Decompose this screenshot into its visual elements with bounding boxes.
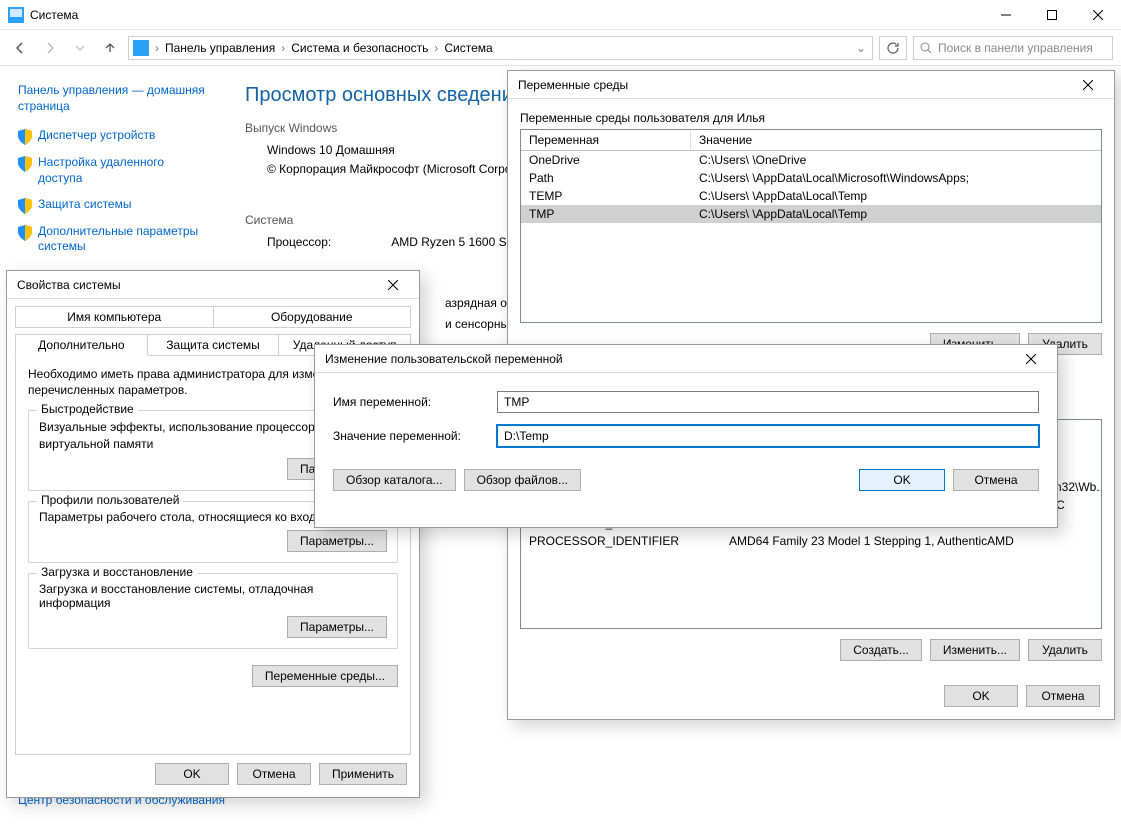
user-vars-table[interactable]: Переменная Значение OneDriveC:\Users\ \O… [520, 129, 1102, 323]
browse-file-button[interactable]: Обзор файлов... [464, 469, 581, 491]
minimize-button[interactable] [983, 0, 1029, 30]
system-icon [8, 7, 24, 23]
ok-button[interactable]: OK [859, 469, 945, 491]
sys-edit-button[interactable]: Изменить... [930, 639, 1020, 661]
search-placeholder: Поиск в панели управления [938, 41, 1093, 55]
user-vars-label: Переменные среды пользователя для Илья [520, 111, 1102, 125]
sidebar-item-remote[interactable]: Настройка удаленного доступа [18, 155, 205, 186]
table-row[interactable]: PROCESSOR_IDENTIFIERAMD64 Family 23 Mode… [521, 532, 1101, 550]
titlebar: Система [0, 0, 1121, 30]
tab-hardware[interactable]: Оборудование [213, 306, 412, 328]
close-button[interactable] [1075, 0, 1121, 30]
env-vars-button[interactable]: Переменные среды... [252, 665, 398, 687]
chevron-right-icon: › [279, 41, 287, 55]
ok-button[interactable]: OK [944, 685, 1018, 707]
maximize-button[interactable] [1029, 0, 1075, 30]
chevron-right-icon: › [432, 41, 440, 55]
sys-new-button[interactable]: Создать... [840, 639, 922, 661]
apply-button[interactable]: Применить [319, 763, 407, 785]
table-row[interactable]: OneDriveC:\Users\ \OneDrive [521, 151, 1101, 169]
chevron-right-icon: › [153, 41, 161, 55]
shield-icon [18, 156, 32, 172]
shield-icon [18, 225, 32, 241]
window-title: Система [30, 8, 78, 22]
recent-locations-button[interactable] [68, 36, 92, 60]
refresh-button[interactable] [879, 36, 907, 60]
profiles-settings-button[interactable]: Параметры... [287, 530, 387, 552]
sys-delete-button[interactable]: Удалить [1028, 639, 1102, 661]
cancel-button[interactable]: Отмена [953, 469, 1039, 491]
shield-icon [18, 198, 32, 214]
cpu-label: Процессор: [267, 233, 331, 252]
cpu-value: AMD Ryzen 5 1600 S [391, 233, 506, 252]
search-icon [920, 42, 932, 54]
close-button[interactable] [1070, 74, 1106, 96]
browse-dir-button[interactable]: Обзор каталога... [333, 469, 456, 491]
var-name-label: Имя переменной: [333, 395, 487, 409]
tab-advanced[interactable]: Дополнительно [15, 334, 148, 356]
dialog-titlebar: Изменение пользовательской переменной [315, 345, 1057, 373]
dialog-titlebar: Свойства системы [7, 271, 419, 299]
search-input[interactable]: Поиск в панели управления [913, 36, 1113, 60]
startup-group: Загрузка и восстановление Загрузка и вос… [28, 573, 398, 649]
chevron-down-icon[interactable]: ⌄ [854, 41, 868, 55]
tab-computer-name[interactable]: Имя компьютера [15, 306, 214, 328]
back-button[interactable] [8, 36, 32, 60]
breadcrumb[interactable]: › Панель управления › Система и безопасн… [128, 36, 873, 60]
table-row[interactable]: TMPC:\Users\ \AppData\Local\Temp [521, 205, 1101, 223]
forward-button[interactable] [38, 36, 62, 60]
up-button[interactable] [98, 36, 122, 60]
control-panel-home-link[interactable]: Панель управления — домашняя страница [18, 83, 205, 113]
close-button[interactable] [375, 274, 411, 296]
col-value[interactable]: Значение [691, 130, 1101, 150]
close-button[interactable] [1013, 348, 1049, 370]
var-value-input[interactable] [497, 425, 1039, 447]
breadcrumb-item[interactable]: Система [444, 41, 492, 55]
cancel-button[interactable]: Отмена [1026, 685, 1100, 707]
tab-protection[interactable]: Защита системы [147, 334, 280, 356]
dialog-titlebar: Переменные среды [508, 71, 1114, 99]
breadcrumb-item[interactable]: Панель управления [165, 41, 275, 55]
ok-button[interactable]: OK [155, 763, 229, 785]
system-icon [133, 40, 149, 56]
shield-icon [18, 129, 32, 145]
var-name-input[interactable] [497, 391, 1039, 413]
var-value-label: Значение переменной: [333, 429, 487, 443]
table-row[interactable]: TEMPC:\Users\ \AppData\Local\Temp [521, 187, 1101, 205]
table-row[interactable]: PathC:\Users\ \AppData\Local\Microsoft\W… [521, 169, 1101, 187]
sidebar-item-advanced[interactable]: Дополнительные параметры системы [18, 224, 205, 255]
sidebar-item-device-manager[interactable]: Диспетчер устройств [18, 128, 205, 145]
breadcrumb-item[interactable]: Система и безопасность [291, 41, 428, 55]
navigation-row: › Панель управления › Система и безопасн… [0, 30, 1121, 66]
cancel-button[interactable]: Отмена [237, 763, 311, 785]
sidebar-item-protection[interactable]: Защита системы [18, 197, 205, 214]
col-variable[interactable]: Переменная [521, 130, 691, 150]
edit-variable-dialog: Изменение пользовательской переменной Им… [314, 344, 1058, 528]
startup-settings-button[interactable]: Параметры... [287, 616, 387, 638]
